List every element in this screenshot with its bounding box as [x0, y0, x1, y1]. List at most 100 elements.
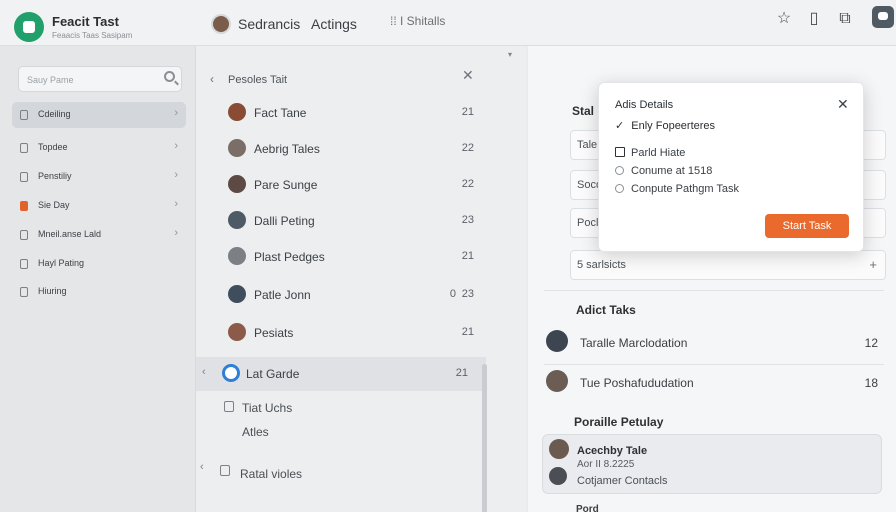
checked-option[interactable]: ✓ Enly Fopeerteres	[615, 119, 715, 132]
search-icon[interactable]	[164, 71, 175, 82]
avatar	[228, 247, 246, 265]
list-item[interactable]: Patle Jonn 0 23	[220, 278, 484, 312]
check-icon: ✓	[615, 120, 625, 132]
sidebar-item-label: Sie Day	[38, 200, 70, 210]
task-name: Taralle Marclodation	[580, 336, 688, 350]
option-label: Enly Fopeerteres	[631, 120, 716, 132]
search-input[interactable]	[27, 72, 157, 88]
chevron-left-icon: ‹	[202, 366, 206, 378]
doc-icon	[20, 110, 28, 120]
avatar	[228, 323, 246, 341]
caret-down-icon[interactable]: ▾	[508, 50, 512, 59]
back-chevron-icon[interactable]: ‹	[210, 72, 214, 86]
section-label: Stal	[572, 104, 595, 118]
list-item[interactable]: Fact Tane 21	[220, 96, 484, 130]
radio-option[interactable]: Conume at 1518	[615, 165, 712, 177]
chevron-left-icon[interactable]: ‹	[200, 461, 204, 473]
list-item-name: Patle Jonn	[254, 288, 311, 302]
list-item-count: 21	[455, 367, 468, 379]
card-title: Acechby Tale	[577, 445, 648, 457]
scrollbar[interactable]	[482, 364, 487, 512]
radio-button[interactable]	[615, 166, 624, 175]
sidebar-item-hiuring[interactable]: Hiuring	[12, 279, 186, 305]
list-item-count: 23	[461, 214, 474, 226]
field-value: 5 sarlsicts	[577, 259, 626, 271]
nav-link-actings[interactable]: Actings	[311, 16, 357, 32]
chat-icon[interactable]	[872, 6, 894, 28]
close-icon[interactable]: ✕	[837, 96, 849, 113]
sidebar: Cdeiling › Topdee › Penstiliy › Sie Day …	[0, 46, 196, 512]
sub-item-ratal-violes[interactable]: Ratal violes	[240, 467, 302, 481]
list-item-selected[interactable]: ‹ Lat Garde 21	[196, 357, 486, 391]
card-contacts: Cotjamer Contacls	[577, 475, 668, 487]
avatar	[228, 139, 246, 157]
radio-button[interactable]	[615, 184, 624, 193]
share-icon[interactable]: ⧉	[834, 8, 856, 30]
grid-details-link[interactable]: ⁞⁞ I Shitalls	[390, 14, 445, 28]
avatar	[228, 103, 246, 121]
option-label: Parld Hiate	[631, 147, 686, 159]
divider	[544, 290, 884, 291]
checkbox-option[interactable]: Parld Hiate	[615, 147, 685, 159]
top-bar: Feacit Tast Feaacis Taas Sasipam Sedranc…	[0, 0, 896, 46]
sidebar-item-label: Cdeiling	[38, 109, 71, 119]
task-count: 18	[864, 376, 878, 390]
list-item[interactable]: Aebrig Tales 22	[220, 132, 484, 166]
plus-icon[interactable]: +	[869, 257, 877, 272]
list-item-count: 21	[461, 250, 474, 262]
app-logo[interactable]	[14, 12, 44, 42]
avatar	[228, 175, 246, 193]
avatar	[228, 211, 246, 229]
sidebar-item-label: Penstiliy	[38, 171, 72, 181]
sidebar-item-sie-day[interactable]: Sie Day ›	[12, 193, 186, 219]
list-item-count: 23	[461, 288, 474, 300]
user-avatar[interactable]	[211, 14, 231, 34]
task-row[interactable]: Taralle Marclodation 12	[542, 324, 884, 360]
option-label: Conpute Pathgm Task	[631, 183, 740, 195]
star-icon[interactable]: ☆	[773, 8, 795, 30]
card-date: Aor II 8.2225	[577, 459, 635, 470]
book-icon[interactable]: ▯	[803, 8, 825, 30]
doc-icon	[20, 230, 28, 240]
task-row[interactable]: Tue Poshafududation 18	[542, 364, 884, 400]
link-icon	[20, 143, 28, 153]
sidebar-item-hayl-pating[interactable]: Hayl Pating	[12, 251, 186, 277]
avatar	[228, 285, 246, 303]
doc-icon	[20, 259, 28, 269]
list-item-name: Dalli Peting	[254, 214, 315, 228]
close-icon[interactable]: ✕	[462, 67, 474, 84]
sidebar-item-cdeiling[interactable]: Cdeiling ›	[12, 102, 186, 128]
list-item-name: Aebrig Tales	[254, 142, 320, 156]
list-item[interactable]: Pare Sunge 22	[220, 168, 484, 202]
sidebar-item-penstiliy[interactable]: Penstiliy ›	[12, 164, 186, 190]
modal-title: Adis Details	[615, 99, 674, 111]
list-item-name: Plast Pedges	[254, 250, 325, 264]
list-item[interactable]: Dalli Peting 23	[220, 204, 484, 238]
app-title: Feacit Tast	[52, 14, 119, 29]
active-tasks-title: Adict Taks	[576, 303, 636, 317]
list-item-name: Lat Garde	[246, 367, 300, 381]
sidebar-item-mneilanse[interactable]: Mneil.anse Lald ›	[12, 222, 186, 248]
sub-item-atles[interactable]: Atles	[242, 425, 269, 439]
field-sarlsicts[interactable]: 5 sarlsicts +	[570, 250, 886, 280]
list-item[interactable]: Plast Pedges 21	[220, 240, 484, 274]
orange-dot-icon	[20, 201, 28, 211]
list-item-count: 21	[461, 106, 474, 118]
task-name: Tue Poshafududation	[580, 376, 694, 390]
option-label: Conume at 1518	[631, 165, 713, 177]
start-task-button[interactable]: Start Task	[765, 214, 849, 238]
profile-card[interactable]: Acechby Tale Aor II 8.2225 Cotjamer Cont…	[542, 434, 882, 494]
list-item-name: Fact Tane	[254, 106, 307, 120]
sub-item-tiat-uchs[interactable]: Tiat Uchs	[242, 401, 292, 415]
sidebar-item-topdee[interactable]: Topdee ›	[12, 135, 186, 161]
task-details-modal: Adis Details ✕ ✓ Enly Fopeerteres Parld …	[598, 82, 864, 252]
checkbox[interactable]	[615, 147, 625, 157]
list-item-name: Pesiats	[254, 326, 294, 340]
list-item-name: Pare Sunge	[254, 178, 318, 192]
nav-link-sedrancis[interactable]: Sedrancis	[238, 16, 300, 32]
list-item[interactable]: Pesiats 21	[220, 316, 484, 350]
sidebar-item-label: Mneil.anse Lald	[38, 229, 102, 239]
radio-option[interactable]: Conpute Pathgm Task	[615, 183, 739, 195]
avatar	[549, 439, 569, 459]
sidebar-item-label: Hiuring	[38, 286, 67, 296]
